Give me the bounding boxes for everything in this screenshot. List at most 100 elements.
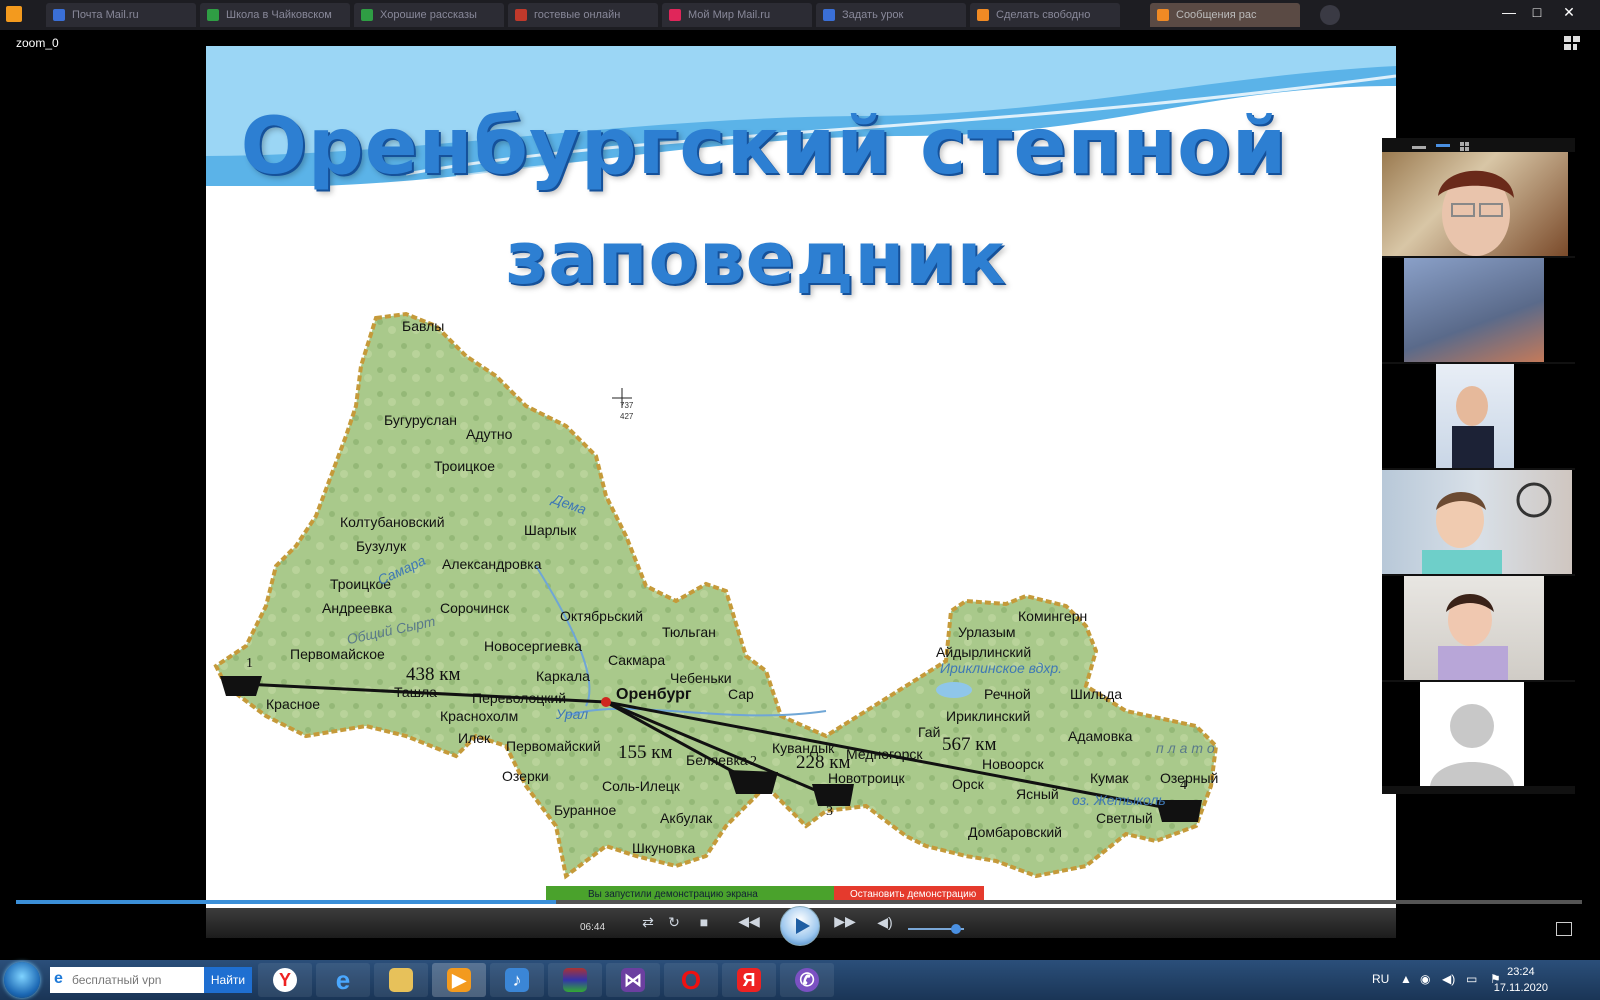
city-label: Озерный (1160, 770, 1219, 786)
city-label: Буранное (554, 802, 617, 818)
start-button[interactable] (4, 962, 40, 998)
layout-icon[interactable] (1564, 36, 1580, 50)
close-button[interactable]: ✕ (1556, 2, 1582, 22)
search-button[interactable]: Найти (204, 967, 252, 993)
city-label: Комингерн (1018, 608, 1088, 624)
next-icon[interactable]: ▶▶ (834, 913, 856, 930)
tab-4[interactable]: Мой Мир Mail.ru (662, 3, 812, 27)
clock-date: 17.11.2020 (1493, 982, 1548, 994)
taskbar-yandex-browser[interactable]: Y (258, 963, 312, 997)
tab-label: Хорошие рассказы (380, 9, 477, 21)
taskbar-ie[interactable]: e (316, 963, 370, 997)
tab-label: Задать урок (842, 9, 904, 21)
city-label-orenburg: Оренбург (616, 686, 692, 703)
city-label: Домбаровский (968, 824, 1062, 840)
city-label: Светлый (1096, 810, 1153, 826)
archive-icon (563, 968, 587, 992)
tab-3[interactable]: гостевые онлайн (508, 3, 658, 27)
lake-label: оз. Жетыколь (1072, 792, 1166, 808)
play-button[interactable] (780, 906, 820, 946)
tray-app-icon[interactable]: ◉ (1420, 972, 1430, 986)
search-input[interactable]: e бесплатный vpn (50, 967, 204, 993)
city-label: Шарлык (524, 522, 577, 538)
repeat-icon[interactable]: ↻ (666, 914, 682, 931)
tab-strip: Почта Mail.ru Школа в Чайковском Хорошие… (0, 0, 1600, 30)
participant-tile[interactable] (1382, 682, 1575, 786)
previous-icon[interactable]: ◀◀ (738, 913, 760, 930)
cursor-coordinates: 737 427 (620, 400, 633, 422)
city-label: Соль-Илецк (602, 778, 680, 794)
tab-7-active[interactable]: Сообщения рас (1150, 3, 1300, 27)
heart-icon (669, 9, 681, 21)
site-number: 4 (1180, 778, 1187, 793)
city-label: Кумак (1090, 770, 1129, 786)
tab-label: Почта Mail.ru (72, 9, 139, 21)
clock[interactable]: 23:24 17.11.2020 (1494, 964, 1548, 996)
stop-share-label: Остановить демонстрацию (850, 889, 977, 900)
tab-1[interactable]: Школа в Чайковском (200, 3, 350, 27)
volume-icon[interactable]: ◀) (876, 914, 894, 931)
taskbar-explorer[interactable] (374, 963, 428, 997)
shuffle-icon[interactable]: ⇄ (640, 914, 656, 931)
seek-bar[interactable] (16, 900, 1582, 904)
visual-studio-icon: ⋈ (621, 968, 645, 992)
tray-expand-icon[interactable]: ▲ (1400, 972, 1412, 986)
minimize-button[interactable]: — (1496, 2, 1522, 22)
taskbar-yandex[interactable]: Я (722, 963, 776, 997)
participants-panel (1382, 138, 1575, 794)
taskbar-media-player[interactable]: ▶ (432, 963, 486, 997)
cursor-y: 427 (620, 412, 634, 421)
taskbar: e бесплатный vpn Найти Y e ▶ ♪ ⋈ O Я ✆ R… (0, 960, 1600, 1000)
tab-5[interactable]: Задать урок (816, 3, 966, 27)
site-icon (977, 9, 989, 21)
participant-tile[interactable] (1382, 470, 1575, 574)
city-label: Орск (952, 776, 984, 792)
participant-video (1452, 386, 1494, 468)
participant-tile[interactable] (1382, 258, 1575, 362)
seek-progress (16, 900, 557, 904)
reservoir-label: Ириклинское вдхр. (940, 660, 1063, 676)
language-indicator[interactable]: RU (1372, 972, 1389, 986)
maximize-button[interactable]: □ (1524, 2, 1550, 22)
tab-2[interactable]: Хорошие рассказы (354, 3, 504, 27)
city-label: Шильда (1070, 686, 1123, 702)
site-marker-1 (220, 676, 262, 696)
taskbar-viber[interactable]: ✆ (780, 963, 834, 997)
city-label: Каркала (536, 668, 590, 684)
city-label: Александровка (442, 556, 542, 572)
taskbar-audio[interactable]: ♪ (490, 963, 544, 997)
participant-tile[interactable] (1382, 364, 1575, 468)
network-icon[interactable]: ▭ (1466, 972, 1477, 986)
city-label: Красное (266, 696, 321, 712)
volume-tray-icon[interactable]: ◀) (1442, 972, 1455, 986)
taskbar-opera[interactable]: O (664, 963, 718, 997)
clock-time: 23:24 (1507, 966, 1535, 978)
city-label: Беляевка (686, 752, 748, 768)
taskbar-winrar[interactable] (548, 963, 602, 997)
participant-tile[interactable] (1382, 152, 1575, 256)
distance-label-2: 155 км (618, 742, 673, 763)
distance-label-3: 228 км (796, 752, 851, 773)
taskbar-visual-studio[interactable]: ⋈ (606, 963, 660, 997)
participant-tile[interactable] (1382, 576, 1575, 680)
city-label: Ириклинский (946, 708, 1031, 724)
city-label: Сакмара (608, 652, 666, 668)
cursor-x: 737 (620, 401, 634, 410)
city-label: Шкуновка (632, 840, 696, 856)
stop-icon[interactable]: ■ (696, 914, 712, 930)
tab-6[interactable]: Сделать свободно (970, 3, 1120, 27)
new-tab-button[interactable] (1320, 5, 1340, 25)
participant-video (1422, 482, 1552, 574)
speaker-icon: ♪ (505, 968, 529, 992)
participant-video (1438, 170, 1514, 256)
site-icon (1157, 9, 1169, 21)
city-label: Чебеньки (670, 670, 732, 686)
tab-0[interactable]: Почта Mail.ru (46, 3, 196, 27)
fullscreen-icon[interactable] (1556, 922, 1572, 936)
city-label: Медногорск (846, 746, 923, 762)
tab-label: гостевые онлайн (534, 9, 621, 21)
volume-knob[interactable] (950, 924, 961, 934)
mail-icon (53, 9, 65, 21)
city-label: Краснохолм (440, 708, 519, 724)
site-number: 3 (826, 804, 833, 819)
